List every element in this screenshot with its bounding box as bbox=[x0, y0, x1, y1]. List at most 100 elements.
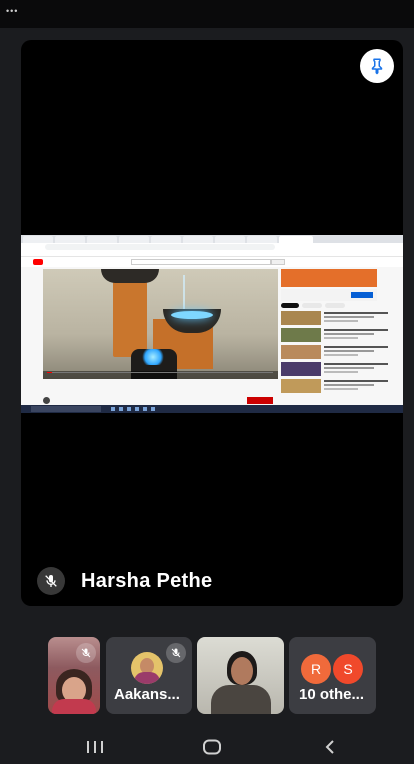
youtube-search-box bbox=[131, 259, 271, 265]
speaker-name: Harsha Pethe bbox=[81, 569, 213, 592]
browser-tab-active bbox=[279, 236, 313, 243]
taskbar-app-icon bbox=[151, 407, 155, 411]
mic-off-icon bbox=[45, 575, 57, 587]
placeholder-line bbox=[324, 367, 374, 369]
placeholder-line bbox=[324, 363, 388, 365]
speaker-label: Harsha Pethe bbox=[37, 566, 212, 596]
placeholder-line bbox=[324, 380, 388, 382]
browser-tab bbox=[23, 236, 53, 243]
browser-tab-strip bbox=[21, 235, 403, 243]
sidebar-ad-banner bbox=[281, 269, 377, 287]
video-progress-bar bbox=[47, 372, 273, 373]
avatar-initial: R bbox=[301, 654, 331, 684]
video-progress-fill bbox=[47, 372, 52, 373]
recent-apps-icon bbox=[87, 741, 103, 753]
video-frame-pillar bbox=[113, 279, 147, 357]
recommended-thumbnail bbox=[281, 379, 321, 393]
taskbar-app-icon bbox=[119, 407, 123, 411]
others-count-label: 10 othe... bbox=[299, 686, 365, 703]
pin-button[interactable] bbox=[360, 49, 394, 83]
browser-tab bbox=[247, 236, 277, 243]
participant-mic-status bbox=[166, 643, 186, 663]
placeholder-line bbox=[324, 337, 358, 339]
participant-mic-status bbox=[76, 643, 96, 663]
placeholder-line bbox=[324, 354, 358, 356]
participant-tile[interactable] bbox=[48, 637, 100, 714]
avatar-initial: S bbox=[333, 654, 363, 684]
taskbar-app-icon bbox=[143, 407, 147, 411]
youtube-logo-icon bbox=[33, 259, 43, 265]
main-speaker-tile[interactable]: Harsha Pethe bbox=[21, 40, 403, 606]
placeholder-line bbox=[324, 388, 358, 390]
home-button[interactable] bbox=[200, 736, 224, 758]
placeholder-line bbox=[324, 371, 358, 373]
mic-off-icon bbox=[81, 648, 91, 658]
placeholder-line bbox=[324, 320, 358, 322]
browser-tab bbox=[215, 236, 245, 243]
participant-video-body bbox=[52, 699, 96, 714]
subscribe-button bbox=[247, 397, 273, 404]
others-tile[interactable]: R S 10 othe... bbox=[289, 637, 376, 714]
participant-video-face bbox=[231, 657, 253, 685]
taskbar-search bbox=[31, 406, 101, 412]
recommended-video bbox=[281, 311, 395, 327]
back-icon bbox=[325, 740, 334, 754]
avatar-body bbox=[134, 672, 160, 684]
taskbar-app-icon bbox=[135, 407, 139, 411]
filter-chip bbox=[281, 303, 299, 308]
system-navigation-bar bbox=[0, 730, 414, 764]
push-pin-icon bbox=[371, 58, 383, 75]
browser-tab bbox=[119, 236, 149, 243]
video-controls bbox=[43, 371, 278, 379]
participant-video-body bbox=[211, 685, 271, 714]
browser-tab bbox=[151, 236, 181, 243]
video-frame-water-stream bbox=[183, 275, 185, 311]
recommended-video bbox=[281, 379, 395, 395]
mic-off-icon bbox=[171, 648, 181, 658]
placeholder-line bbox=[324, 333, 374, 335]
video-frame-bowl bbox=[101, 269, 159, 283]
placeholder-line bbox=[324, 350, 374, 352]
recommended-video bbox=[281, 345, 395, 361]
meet-screen: ••• Harsha Pethe Aakans... R S 10 othe..… bbox=[0, 0, 414, 764]
filter-chip bbox=[302, 303, 322, 308]
youtube-search-button bbox=[271, 259, 285, 265]
avatar bbox=[131, 652, 163, 684]
recommended-video bbox=[281, 328, 395, 344]
status-indicator: ••• bbox=[6, 6, 19, 16]
browser-address-bar bbox=[21, 243, 403, 251]
filter-chips bbox=[281, 303, 391, 308]
recommended-thumbnail bbox=[281, 345, 321, 359]
participant-name: Aakans... bbox=[114, 686, 180, 703]
browser-tab bbox=[87, 236, 117, 243]
placeholder-line bbox=[324, 329, 388, 331]
url-field bbox=[45, 244, 275, 250]
placeholder-line bbox=[324, 384, 374, 386]
participant-tile[interactable]: Aakans... bbox=[106, 637, 192, 714]
channel-row bbox=[43, 397, 283, 405]
filter-chip bbox=[325, 303, 345, 308]
speaker-mic-status bbox=[37, 567, 65, 595]
channel-avatar bbox=[43, 397, 50, 404]
recommended-thumbnail bbox=[281, 362, 321, 376]
ad-action-button bbox=[351, 292, 373, 298]
recommended-thumbnail bbox=[281, 311, 321, 325]
browser-tab bbox=[183, 236, 213, 243]
recent-apps-button[interactable] bbox=[82, 736, 108, 758]
placeholder-line bbox=[324, 346, 388, 348]
taskbar-app-icon bbox=[127, 407, 131, 411]
home-icon bbox=[203, 739, 221, 755]
youtube-header bbox=[21, 257, 403, 267]
taskbar-app-icon bbox=[111, 407, 115, 411]
video-frame-water bbox=[171, 311, 213, 319]
status-bar: ••• bbox=[0, 0, 414, 28]
recommended-thumbnail bbox=[281, 328, 321, 342]
placeholder-line bbox=[324, 312, 388, 314]
sidebar-ad-row bbox=[281, 289, 377, 301]
placeholder-line bbox=[324, 316, 374, 318]
shared-screen bbox=[21, 235, 403, 413]
back-button[interactable] bbox=[318, 736, 342, 758]
video-frame-glow bbox=[141, 349, 165, 365]
video-player bbox=[43, 269, 278, 379]
participant-tile[interactable] bbox=[197, 637, 284, 714]
